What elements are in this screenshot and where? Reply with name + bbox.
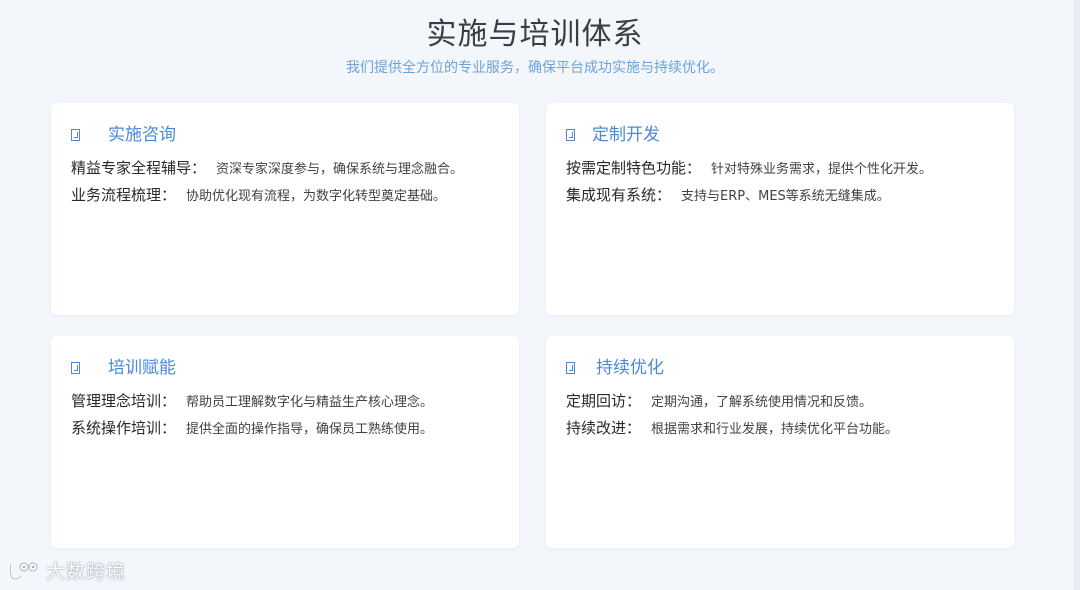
list-item: 持续改进： 根据需求和行业发展，持续优化平台功能。 xyxy=(566,415,994,442)
list-item: 业务流程梳理： 协助优化现有流程，为数字化转型奠定基础。 xyxy=(71,182,499,209)
item-key: 持续改进： xyxy=(566,419,642,437)
card-training-enablement: 培训赋能 管理理念培训： 帮助员工理解数字化与精益生产核心理念。 系统操作培训：… xyxy=(51,336,519,548)
item-value: 资深专家深度参与，确保系统与理念融合。 xyxy=(216,162,464,177)
item-key: 管理理念培训： xyxy=(71,392,177,410)
page-title: 实施与培训体系 xyxy=(426,17,644,52)
watermark-text: 大数跨境 xyxy=(46,561,127,583)
item-value: 针对特殊业务需求，提供个性化开发。 xyxy=(711,162,933,177)
item-key: 业务流程梳理： xyxy=(71,186,177,204)
card-header: 培训赋能 xyxy=(71,356,499,380)
item-value: 支持与ERP、MES等系统无缝集成。 xyxy=(681,189,890,204)
watermark: 大数跨境 xyxy=(8,557,126,584)
card-title: 实施咨询 xyxy=(108,125,176,145)
item-value: 提供全面的操作指导，确保员工熟练使用。 xyxy=(186,422,434,437)
card-custom-development: 定制开发 按需定制特色功能： 针对特殊业务需求，提供个性化开发。 集成现有系统：… xyxy=(546,103,1014,315)
card-title: 持续优化 xyxy=(596,358,664,378)
list-item: 集成现有系统： 支持与ERP、MES等系统无缝集成。 xyxy=(566,182,994,209)
vertical-scrollbar[interactable] xyxy=(1074,0,1080,590)
card-continuous-optimization: 持续优化 定期回访： 定期沟通，了解系统使用情况和反馈。 持续改进： 根据需求和… xyxy=(546,336,1014,548)
card-title: 培训赋能 xyxy=(108,358,176,378)
page-subtitle: 我们提供全方位的专业服务，确保平台成功实施与持续优化。 xyxy=(346,60,724,76)
list-item: 精益专家全程辅导： 资深专家深度参与，确保系统与理念融合。 xyxy=(71,155,499,182)
item-value: 协助优化现有流程，为数字化转型奠定基础。 xyxy=(186,189,447,204)
item-key: 按需定制特色功能： xyxy=(566,159,702,177)
missing-glyph-icon xyxy=(71,129,80,141)
card-header: 实施咨询 xyxy=(71,123,499,147)
item-value: 帮助员工理解数字化与精益生产核心理念。 xyxy=(186,395,434,410)
watermark-logo-icon xyxy=(8,562,38,580)
item-value: 根据需求和行业发展，持续优化平台功能。 xyxy=(651,422,899,437)
card-header: 定制开发 xyxy=(566,123,994,147)
item-key: 集成现有系统： xyxy=(566,186,672,204)
header: 实施与培训体系 我们提供全方位的专业服务，确保平台成功实施与持续优化。 xyxy=(0,14,1070,78)
list-item: 管理理念培训： 帮助员工理解数字化与精益生产核心理念。 xyxy=(71,388,499,415)
missing-glyph-icon xyxy=(566,129,575,141)
item-value: 定期沟通，了解系统使用情况和反馈。 xyxy=(651,395,873,410)
list-item: 按需定制特色功能： 针对特殊业务需求，提供个性化开发。 xyxy=(566,155,994,182)
card-header: 持续优化 xyxy=(566,356,994,380)
card-title: 定制开发 xyxy=(592,125,660,145)
card-implementation-consulting: 实施咨询 精益专家全程辅导： 资深专家深度参与，确保系统与理念融合。 业务流程梳… xyxy=(51,103,519,315)
item-key: 系统操作培训： xyxy=(71,419,177,437)
missing-glyph-icon xyxy=(71,362,80,374)
list-item: 系统操作培训： 提供全面的操作指导，确保员工熟练使用。 xyxy=(71,415,499,442)
item-key: 定期回访： xyxy=(566,392,642,410)
missing-glyph-icon xyxy=(566,362,575,374)
item-key: 精益专家全程辅导： xyxy=(71,159,207,177)
page: 实施与培训体系 我们提供全方位的专业服务，确保平台成功实施与持续优化。 实施咨询… xyxy=(0,0,1080,590)
list-item: 定期回访： 定期沟通，了解系统使用情况和反馈。 xyxy=(566,388,994,415)
